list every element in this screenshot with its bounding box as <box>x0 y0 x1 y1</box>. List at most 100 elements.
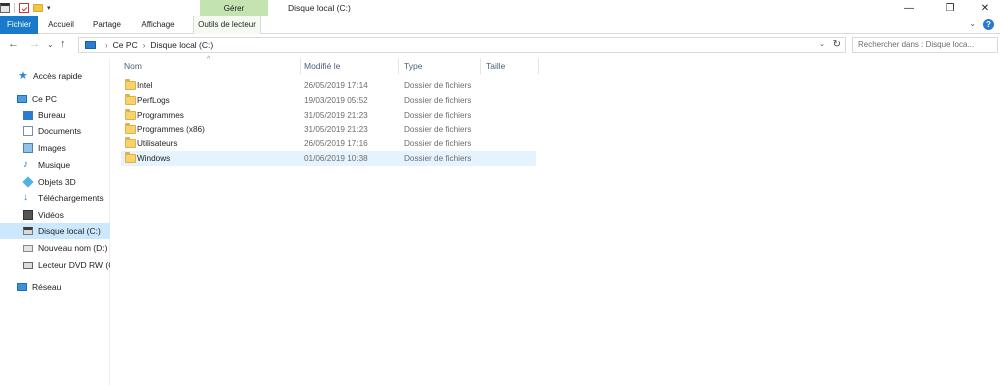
sidebar-item-bureau[interactable]: Bureau <box>0 107 110 123</box>
toolbar-separator <box>14 3 15 13</box>
sidebar-item-ce-pc[interactable]: Ce PC <box>0 91 110 107</box>
customize-toolbar-icon[interactable]: ▾ <box>47 4 51 12</box>
sidebar-item-reseau[interactable]: Réseau <box>0 279 110 295</box>
breadcrumb-ce-pc[interactable]: Ce PC <box>113 40 138 50</box>
dvd-drive-icon <box>23 261 33 269</box>
context-tab-gerer[interactable]: Gérer <box>200 0 268 16</box>
close-button[interactable]: ✕ <box>970 0 1000 16</box>
sidebar-item-label: Disque local (C:) <box>38 226 101 236</box>
folder-icon <box>125 137 136 148</box>
search-input[interactable]: Rechercher dans : Disque loca... <box>852 37 998 53</box>
table-row[interactable]: PerfLogs 19/03/2019 05:52 Dossier de fic… <box>121 93 536 108</box>
table-row[interactable]: Programmes (x86) 31/05/2019 21:23 Dossie… <box>121 122 536 137</box>
desktop-icon <box>23 110 33 120</box>
new-folder-icon[interactable] <box>33 4 43 12</box>
tab-fichier[interactable]: Fichier <box>0 16 38 34</box>
file-type: Dossier de fichiers <box>404 96 472 105</box>
table-row[interactable]: Programmes 31/05/2019 21:23 Dossier de f… <box>121 108 536 123</box>
help-icon[interactable]: ? <box>983 19 994 30</box>
address-dropdown-icon[interactable]: ⌄ <box>819 40 825 48</box>
tab-outils-de-lecteur[interactable]: Outils de lecteur <box>193 16 261 34</box>
forward-button[interactable]: → <box>29 38 40 50</box>
sidebar-item-lecteur-dvd[interactable]: Lecteur DVD RW (G: <box>0 257 110 273</box>
folder-icon <box>125 123 136 134</box>
downloads-icon: ↓ <box>23 192 28 203</box>
navigation-pane: ★ Accès rapide Ce PC Bureau Documents Im… <box>0 58 110 385</box>
drive-icon <box>23 227 33 235</box>
sidebar-item-videos[interactable]: Vidéos <box>0 207 110 223</box>
sidebar-item-label: Réseau <box>32 282 62 292</box>
file-modified: 31/05/2019 21:23 <box>304 125 368 134</box>
up-button[interactable]: ↑ <box>60 38 66 50</box>
videos-icon <box>23 210 33 220</box>
file-name: Programmes <box>137 111 184 120</box>
minimize-button[interactable]: — <box>894 0 924 16</box>
sidebar-item-label: Nouveau nom (D:) <box>38 243 108 253</box>
sidebar-item-telechargements[interactable]: ↓ Téléchargements <box>0 190 110 206</box>
sidebar-item-label: Lecteur DVD RW (G: <box>38 260 110 270</box>
sidebar-item-nouveau-nom[interactable]: Nouveau nom (D:) <box>0 240 110 256</box>
maximize-button[interactable]: ❐ <box>935 0 965 16</box>
3d-objects-icon <box>22 176 34 188</box>
sidebar-item-disque-local[interactable]: Disque local (C:) <box>0 223 110 239</box>
pictures-icon <box>23 143 33 153</box>
column-header-type[interactable]: Type <box>399 58 481 74</box>
drive-icon <box>23 244 33 252</box>
sidebar-item-label: Téléchargements <box>38 193 104 203</box>
file-type: Dossier de fichiers <box>404 81 472 90</box>
folder-icon <box>125 79 136 90</box>
file-name: Intel <box>137 81 153 90</box>
sidebar-item-label: Musique <box>38 160 71 170</box>
file-type: Dossier de fichiers <box>404 111 472 120</box>
sidebar-item-label: Images <box>38 143 66 153</box>
breadcrumb-separator: › <box>105 40 108 50</box>
sidebar-item-acces-rapide[interactable]: ★ Accès rapide <box>0 68 110 84</box>
breadcrumb-disque-local[interactable]: Disque local (C:) <box>150 40 213 50</box>
navigation-bar: ← → ⌄ ↑ › Ce PC › Disque local (C:) ⌄ ↻ … <box>0 34 1000 56</box>
file-type: Dossier de fichiers <box>404 139 472 148</box>
folder-icon <box>125 94 136 105</box>
file-type: Dossier de fichiers <box>404 125 472 134</box>
column-header-name[interactable]: Nom <box>119 58 301 74</box>
sidebar-item-label: Accès rapide <box>33 71 83 81</box>
collapse-ribbon-icon[interactable]: ⌄ <box>969 19 976 28</box>
recent-locations-button[interactable]: ⌄ <box>47 40 54 49</box>
sidebar-item-label: Bureau <box>38 110 66 120</box>
folder-icon <box>125 152 136 163</box>
file-modified: 26/05/2019 17:14 <box>304 81 368 90</box>
back-button[interactable]: ← <box>8 38 19 50</box>
breadcrumb-separator[interactable]: › <box>143 41 146 50</box>
refresh-icon[interactable]: ↻ <box>833 39 841 50</box>
file-type: Dossier de fichiers <box>404 154 472 163</box>
tab-partage[interactable]: Partage <box>88 16 126 34</box>
network-icon <box>17 283 27 291</box>
table-row[interactable]: Utilisateurs 26/05/2019 17:16 Dossier de… <box>121 136 536 151</box>
file-modified: 26/05/2019 17:16 <box>304 139 368 148</box>
documents-icon <box>23 126 33 136</box>
sidebar-item-images[interactable]: Images <box>0 140 110 156</box>
sidebar-item-musique[interactable]: ♪ Musique <box>0 157 110 173</box>
window-title: Disque local (C:) <box>288 3 351 13</box>
computer-icon <box>17 95 27 103</box>
tab-accueil[interactable]: Accueil <box>44 16 78 34</box>
title-bar: ▾ Gérer Disque local (C:) — ❐ ✕ <box>0 0 1000 16</box>
file-modified: 01/06/2019 10:38 <box>304 154 368 163</box>
sidebar-item-label: Documents <box>38 126 81 136</box>
file-name: PerfLogs <box>137 96 170 105</box>
sidebar-item-label: Ce PC <box>32 94 58 104</box>
table-row[interactable]: Intel 26/05/2019 17:14 Dossier de fichie… <box>121 78 536 93</box>
column-header-size[interactable]: Taille <box>481 58 539 74</box>
tab-affichage[interactable]: Affichage <box>136 16 180 34</box>
properties-icon[interactable] <box>19 3 29 13</box>
sidebar-item-documents[interactable]: Documents <box>0 123 110 139</box>
computer-icon <box>85 41 96 49</box>
drive-icon <box>0 3 10 13</box>
sidebar-item-objets-3d[interactable]: Objets 3D <box>0 174 110 190</box>
table-row[interactable]: Windows 01/06/2019 10:38 Dossier de fich… <box>121 151 536 166</box>
sidebar-item-label: Objets 3D <box>38 177 76 187</box>
file-name: Utilisateurs <box>137 139 178 148</box>
column-header-modified[interactable]: Modifié le <box>299 58 399 74</box>
file-name: Windows <box>137 154 171 163</box>
file-name: Programmes (x86) <box>137 125 205 134</box>
address-bar[interactable]: › Ce PC › Disque local (C:) ⌄ ↻ <box>78 37 846 53</box>
